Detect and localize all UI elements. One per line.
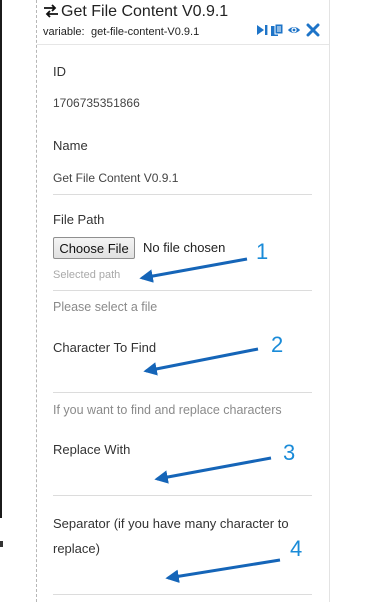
file-path-divider xyxy=(53,290,312,291)
left-window-edge xyxy=(0,0,2,518)
panel-header: Get File Content V0.9.1 variable: get-fi… xyxy=(37,0,329,45)
file-path-label: File Path xyxy=(53,212,105,227)
panel-title: Get File Content V0.9.1 xyxy=(61,3,229,20)
replace-with-label: Replace With xyxy=(53,442,131,457)
separator-divider xyxy=(53,594,312,595)
character-to-find-hint: If you want to find and replace characte… xyxy=(53,403,282,417)
swap-arrows-icon[interactable] xyxy=(43,3,59,19)
annotation-number-1: 1 xyxy=(256,239,269,264)
character-to-find-label: Character To Find xyxy=(53,340,157,355)
replace-with-divider xyxy=(53,495,312,496)
choose-file-button[interactable]: Choose File xyxy=(53,237,135,259)
screenshot-root: Get File Content V0.9.1 variable: get-fi… xyxy=(0,0,385,602)
name-value[interactable]: Get File Content V0.9.1 xyxy=(53,171,178,185)
annotation-number-2: 2 xyxy=(271,332,284,357)
name-divider xyxy=(53,194,312,195)
selected-path-placeholder[interactable]: Selected path xyxy=(53,269,120,281)
variable-label: variable: xyxy=(43,26,85,38)
annotation-number-4: 4 xyxy=(290,536,303,561)
copy-icon[interactable] xyxy=(270,23,284,37)
file-status-text: No file chosen xyxy=(143,240,226,255)
name-label: Name xyxy=(53,138,88,153)
separator-label-line1: Separator (if you have many character to xyxy=(53,516,289,531)
separator-label-line2: replace) xyxy=(53,541,100,556)
run-step-icon[interactable] xyxy=(255,23,269,37)
id-value: 1706735351866 xyxy=(53,96,140,110)
replace-with-input[interactable] xyxy=(53,467,312,489)
left-edge-mark xyxy=(0,541,3,547)
character-to-find-input[interactable] xyxy=(53,364,312,386)
file-path-hint: Please select a file xyxy=(53,300,158,314)
id-label: ID xyxy=(53,64,66,79)
close-icon[interactable] xyxy=(306,23,320,37)
properties-panel: Get File Content V0.9.1 variable: get-fi… xyxy=(36,0,330,602)
separator-input[interactable] xyxy=(53,564,312,586)
character-to-find-divider xyxy=(53,392,312,393)
annotation-number-3: 3 xyxy=(283,440,296,465)
variable-value: get-file-content-V0.9.1 xyxy=(91,26,200,38)
view-icon[interactable] xyxy=(287,23,301,37)
